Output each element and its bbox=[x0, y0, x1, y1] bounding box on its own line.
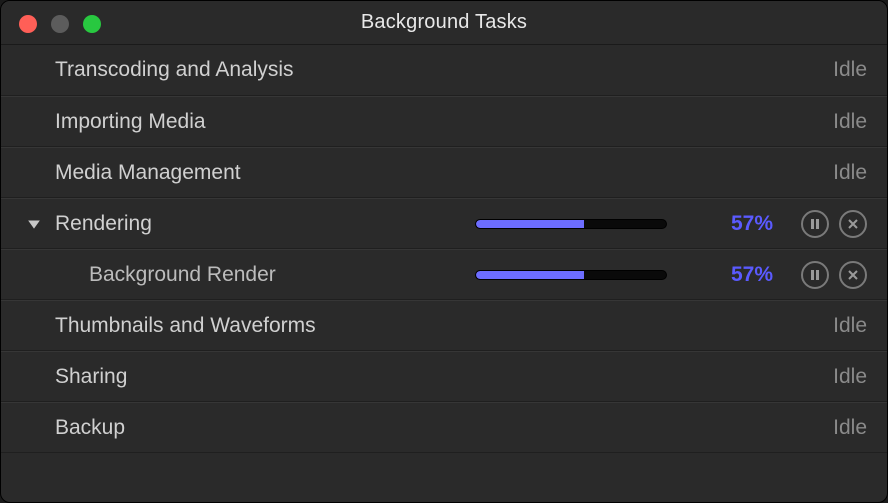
task-label: Transcoding and Analysis bbox=[55, 58, 294, 82]
task-row-transcoding: Transcoding and Analysis Idle bbox=[1, 45, 887, 96]
task-row-rendering: Rendering 57% bbox=[1, 198, 887, 249]
task-list: Transcoding and Analysis Idle Importing … bbox=[1, 45, 887, 453]
task-label: Backup bbox=[55, 416, 125, 440]
pause-button[interactable] bbox=[801, 261, 829, 289]
task-label: Background Render bbox=[89, 263, 276, 287]
cancel-button[interactable] bbox=[839, 261, 867, 289]
task-row-backup: Backup Idle bbox=[1, 402, 887, 453]
cancel-button[interactable] bbox=[839, 210, 867, 238]
minimize-icon[interactable] bbox=[51, 15, 69, 33]
progress-fill bbox=[476, 220, 584, 228]
disclosure-triangle-icon[interactable] bbox=[23, 217, 45, 231]
background-tasks-window: Background Tasks Transcoding and Analysi… bbox=[0, 0, 888, 503]
close-icon[interactable] bbox=[19, 15, 37, 33]
task-row-thumbnails: Thumbnails and Waveforms Idle bbox=[1, 300, 887, 351]
task-label: Media Management bbox=[55, 161, 241, 185]
close-icon bbox=[847, 269, 859, 281]
progress-bar bbox=[475, 219, 667, 229]
window-title: Background Tasks bbox=[361, 11, 527, 34]
task-label: Thumbnails and Waveforms bbox=[55, 314, 316, 338]
task-status: Idle bbox=[833, 365, 867, 389]
task-status: Idle bbox=[833, 58, 867, 82]
progress-bar bbox=[475, 270, 667, 280]
task-status: Idle bbox=[833, 314, 867, 338]
task-status: Idle bbox=[833, 110, 867, 134]
task-row-importing: Importing Media Idle bbox=[1, 96, 887, 147]
titlebar: Background Tasks bbox=[1, 1, 887, 45]
task-row-media-management: Media Management Idle bbox=[1, 147, 887, 198]
pause-icon bbox=[809, 269, 821, 281]
pause-icon bbox=[809, 218, 821, 230]
pause-button[interactable] bbox=[801, 210, 829, 238]
task-label: Rendering bbox=[55, 212, 152, 236]
traffic-lights bbox=[19, 15, 101, 33]
progress-percent: 57% bbox=[713, 212, 773, 236]
task-row-background-render: Background Render 57% bbox=[1, 249, 887, 300]
maximize-icon[interactable] bbox=[83, 15, 101, 33]
close-icon bbox=[847, 218, 859, 230]
task-label: Importing Media bbox=[55, 110, 206, 134]
task-status: Idle bbox=[833, 416, 867, 440]
task-label: Sharing bbox=[55, 365, 127, 389]
progress-fill bbox=[476, 271, 584, 279]
task-status: Idle bbox=[833, 161, 867, 185]
task-row-sharing: Sharing Idle bbox=[1, 351, 887, 402]
progress-percent: 57% bbox=[713, 263, 773, 287]
